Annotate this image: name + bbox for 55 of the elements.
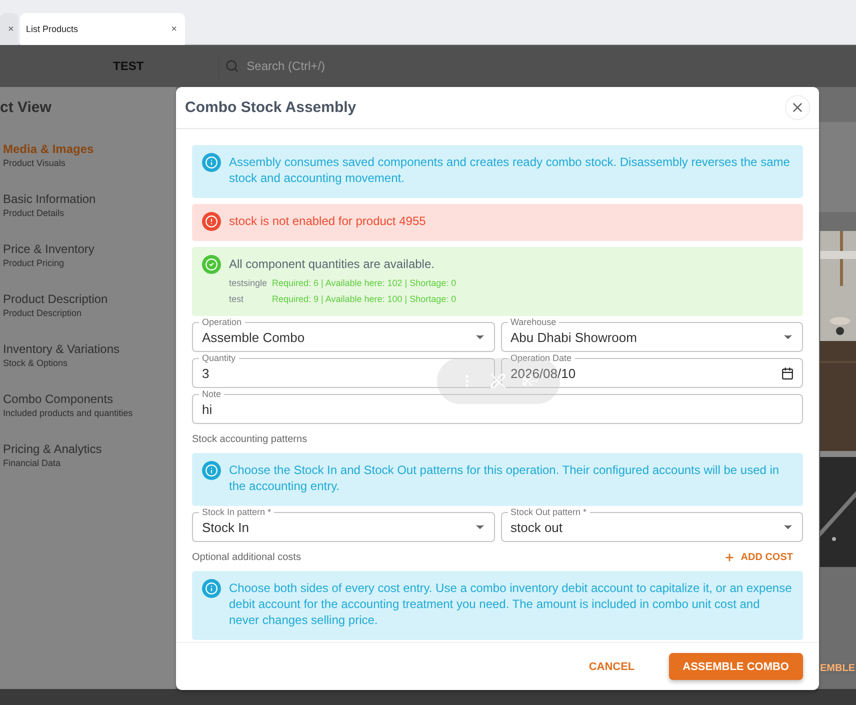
header-title: TEST: [113, 59, 144, 73]
alert-icon: [202, 212, 221, 231]
sidebar-item[interactable]: Media & Images Product Visuals: [0, 142, 176, 192]
section-subtitle: Financial Data: [3, 458, 62, 468]
button-fragment: EMBLE: [819, 663, 856, 674]
calendar-icon[interactable]: [781, 366, 794, 380]
section-title: Basic Information: [3, 192, 97, 206]
plus-icon: [724, 552, 735, 563]
section-title: Inventory & Variations: [3, 342, 121, 356]
alert-icon: [202, 579, 221, 598]
alert-text: Choose the Stock In and Stock Out patterns for this operation. Their configured accounts will be used in the accounting entry.: [229, 462, 780, 494]
add-cost-button[interactable]: ADD COST: [714, 552, 803, 563]
section-subtitle: Included products and quantities: [3, 408, 134, 418]
dialog-title: Combo Stock Assembly: [185, 99, 356, 116]
sidebar-item[interactable]: Pricing & Analytics Financial Data: [0, 442, 176, 492]
browser-tab[interactable]: List Products ×: [20, 13, 185, 45]
search-icon: [224, 59, 239, 73]
section-title: Media & Images: [3, 142, 95, 156]
section-label: Optional additional costs: [192, 552, 301, 563]
sidebar-item[interactable]: Product Description Product Description: [0, 292, 176, 342]
cancel-button[interactable]: CANCEL: [574, 653, 649, 680]
alert-text: stock is not enabled for product 4955: [229, 213, 426, 229]
close-button[interactable]: [785, 95, 810, 120]
component-detail: Required: 6 | Available here: 102 | Shortage: 0: [272, 278, 456, 288]
sidebar-item[interactable]: Inventory & Variations Stock & Options: [0, 342, 176, 392]
tab-label: List Products: [26, 24, 78, 34]
section-subtitle: Stock & Options: [3, 358, 69, 368]
sidebar-item[interactable]: Combo Components Included products and quantities: [0, 392, 176, 442]
section-title: Price & Inventory: [3, 242, 96, 256]
section-label: Stock accounting patterns: [192, 434, 308, 445]
alert-text: All component quantities are available.: [229, 256, 436, 272]
assemble-button[interactable]: ASSEMBLE COMBO: [668, 653, 803, 680]
alert-text: Assembly consumes saved components and creates ready combo stock. Disassembly reverses the same stock and accounting movement.: [229, 154, 791, 186]
section-subtitle: Product Description: [3, 308, 83, 318]
sidebar-item[interactable]: Basic Information Product Details: [0, 192, 176, 242]
alert-icon: [202, 153, 221, 172]
section-title: Pricing & Analytics: [3, 442, 103, 456]
tab-close[interactable]: ×: [171, 24, 177, 34]
close-icon: [790, 100, 805, 115]
component-name: test: [229, 294, 245, 304]
tab-close[interactable]: ×: [8, 24, 14, 34]
search-field[interactable]: Search (Ctrl+/): [246, 59, 326, 73]
component-name: testsingle: [229, 278, 268, 288]
section-subtitle: Product Details: [3, 208, 66, 218]
browser-tab[interactable]: ×: [0, 13, 18, 45]
alert-icon: [202, 255, 221, 274]
sidebar-item[interactable]: Price & Inventory Product Pricing: [0, 242, 176, 292]
alert-icon: [202, 461, 221, 480]
section-subtitle: Product Pricing: [3, 258, 66, 268]
section-subtitle: Product Visuals: [3, 158, 66, 168]
page-heading: ct View: [0, 99, 52, 116]
alert-text: Choose both sides of every cost entry. Use a combo inventory debit account to capitalize it, or an expense debit account for the accounting treatment you need. The amount is included in combo unit cost and never changes selling price.: [229, 580, 793, 628]
component-detail: Required: 9 | Available here: 100 | Shortage: 0: [272, 294, 456, 304]
section-title: Product Description: [3, 292, 109, 306]
section-title: Combo Components: [3, 392, 114, 406]
